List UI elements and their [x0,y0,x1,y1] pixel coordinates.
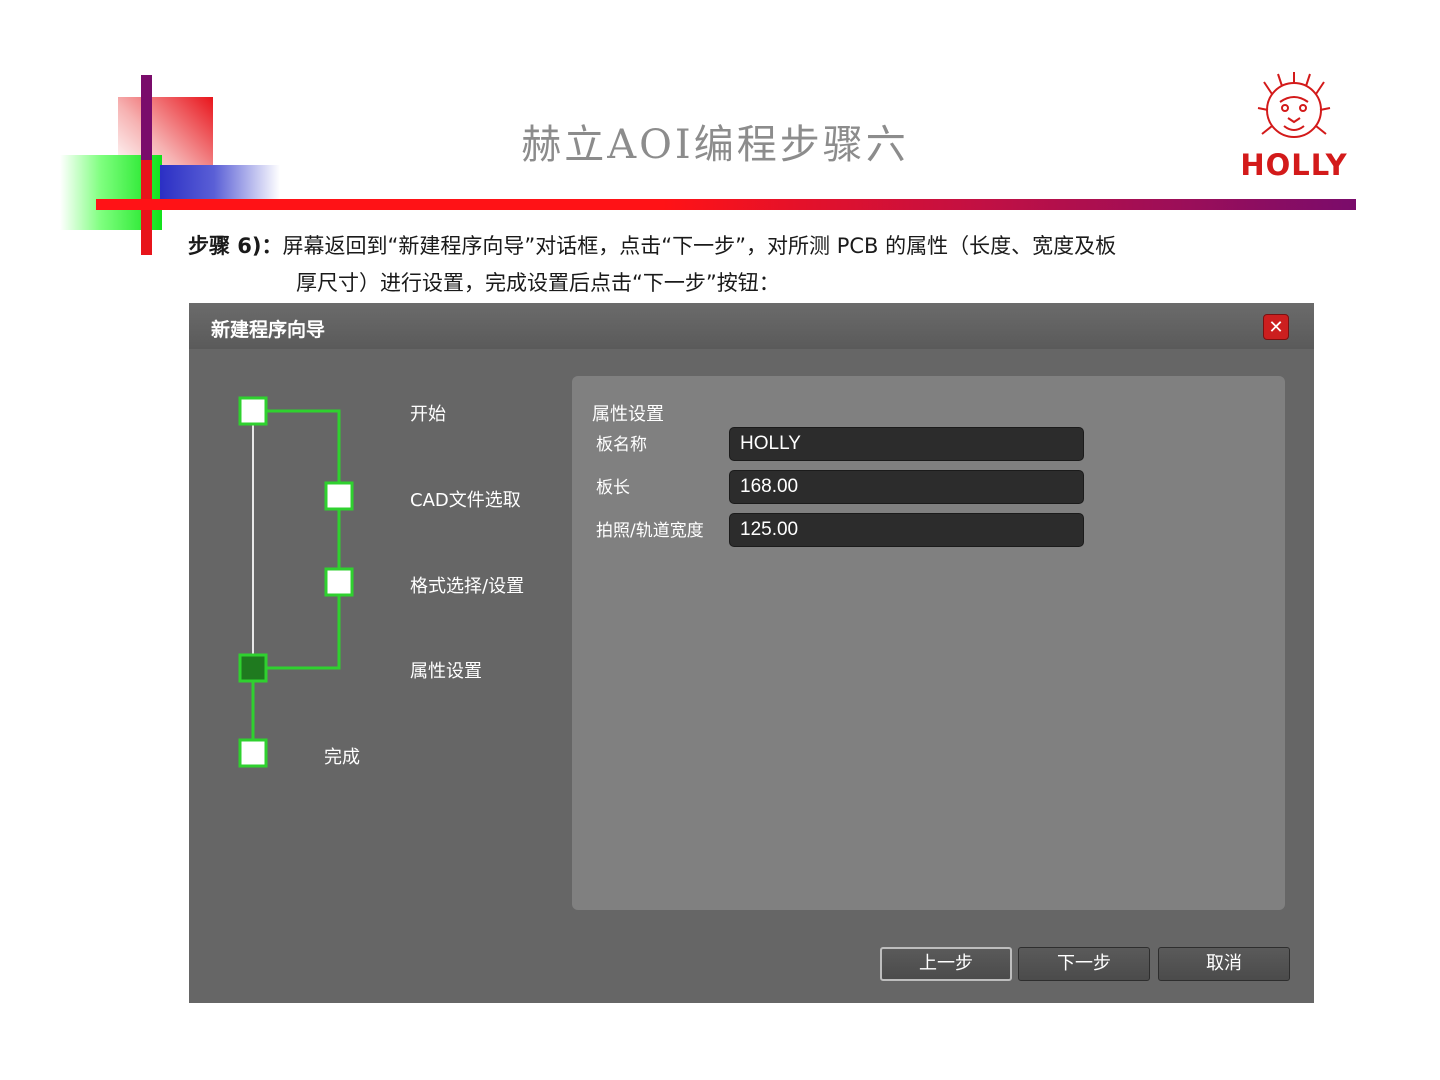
step-label-finish: 完成 [324,747,360,768]
step-node-start [238,396,268,426]
properties-panel: 属性设置 板名称 板长 拍照/轨道宽度 [572,376,1285,910]
holly-logo: HOLLY [1232,72,1356,184]
step-node-cad [324,481,354,511]
track-width-label: 拍照/轨道宽度 [596,521,704,541]
track-width-input[interactable] [729,513,1084,547]
step-node-format [324,567,354,597]
step-label-format: 格式选择/设置 [410,576,525,597]
board-length-input[interactable] [729,470,1084,504]
instruction-line-1: 屏幕返回到“新建程序向导”对话框，点击“下一步”，对所测 PCB 的属性（长度、… [282,234,1117,258]
step-node-properties [238,653,268,683]
instruction-text: 步骤 6)：屏幕返回到“新建程序向导”对话框，点击“下一步”，对所测 PCB 的… [188,228,1318,302]
close-button[interactable]: ✕ [1263,314,1289,340]
instruction-line-2: 厚尺寸）进行设置，完成设置后点击“下一步”按钮： [296,271,780,295]
flow-line-branch [265,409,341,670]
board-length-label: 板长 [596,478,630,498]
decor-blue-bar [160,165,280,203]
step-label-cad: CAD文件选取 [410,490,521,511]
prev-button[interactable]: 上一步 [880,947,1012,981]
logo-text: HOLLY [1240,148,1348,182]
wizard-step-flow [238,396,354,768]
slide-title: 赫立AOI编程步骤六 [521,122,909,168]
close-icon: ✕ [1268,317,1284,338]
step-node-finish [238,738,268,768]
next-button[interactable]: 下一步 [1018,947,1150,981]
step-label-properties: 属性设置 [410,661,482,682]
new-program-wizard-dialog: 新建程序向导 ✕ 开始 CAD文件选取 格式选择/设置 属性设置 完成 属性设置… [189,303,1314,1003]
board-name-input[interactable] [729,427,1084,461]
instruction-step-label: 步骤 6)： [188,234,283,258]
lion-head-icon [1257,72,1331,138]
step-label-start: 开始 [410,404,446,425]
panel-title: 属性设置 [592,404,664,425]
decor-horizontal-line [96,199,1356,210]
board-name-label: 板名称 [596,435,647,455]
cancel-button[interactable]: 取消 [1158,947,1290,981]
